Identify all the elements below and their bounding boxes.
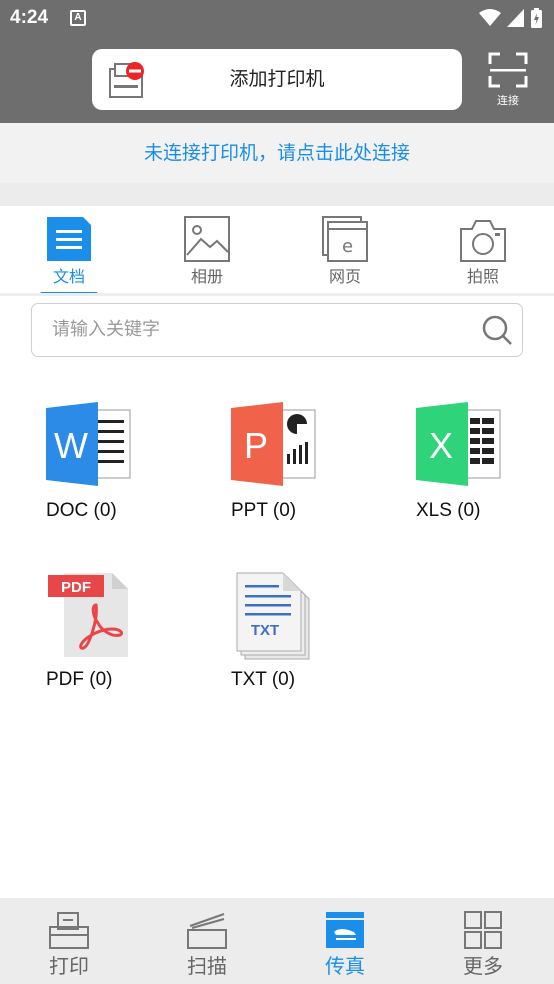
file-type-label: TXT (0) — [231, 669, 296, 690]
document-icon — [47, 217, 91, 261]
svg-text:PDF: PDF — [61, 579, 91, 596]
add-printer-button[interactable]: 添加打印机 — [92, 49, 462, 110]
connect-printer-banner[interactable]: 未连接打印机，请点击此处连接 — [0, 123, 554, 183]
category-tabs: 文档 相册 e 网页 拍照 — [0, 206, 554, 296]
search-input[interactable] — [52, 304, 472, 355]
tab-label: 文档 — [52, 267, 85, 286]
app-header: 4:24 A 添加打印机 连接 — [0, 0, 554, 123]
tab-label: 网页 — [328, 267, 361, 286]
scan-frame-icon — [488, 52, 528, 88]
fax-icon — [326, 912, 364, 948]
printer-icon — [49, 912, 89, 949]
nav-label: 打印 — [49, 954, 89, 978]
section-divider — [0, 183, 554, 206]
nav-print[interactable]: 打印 — [0, 898, 138, 984]
status-bar: 4:24 A — [0, 0, 554, 38]
file-type-label: PDF (0) — [46, 669, 113, 690]
powerpoint-icon: P — [231, 402, 316, 486]
webpage-icon: e — [322, 216, 368, 262]
notification-a-icon: A — [70, 10, 86, 26]
svg-text:X: X — [429, 425, 453, 466]
status-icons — [479, 8, 542, 28]
scan-connect-button[interactable]: 连接 — [486, 50, 530, 108]
search-box — [31, 303, 523, 357]
tab-label: 相册 — [190, 267, 223, 286]
wifi-icon — [479, 9, 501, 26]
svg-text:P: P — [244, 425, 268, 466]
nav-scan[interactable]: 扫描 — [138, 898, 276, 984]
camera-icon — [460, 220, 506, 262]
file-type-pdf[interactable]: PDF PDF (0) — [46, 571, 176, 711]
txt-icon: TXT — [236, 572, 310, 660]
word-doc-icon: W — [46, 402, 131, 486]
nav-more[interactable]: 更多 — [414, 898, 552, 984]
file-type-ppt[interactable]: P PPT (0) — [231, 402, 361, 542]
tab-documents[interactable]: 文档 — [0, 206, 138, 296]
file-type-label: PPT (0) — [231, 500, 297, 521]
svg-text:e: e — [342, 236, 353, 257]
battery-icon — [531, 8, 542, 28]
tab-album[interactable]: 相册 — [138, 206, 276, 294]
add-printer-label: 添加打印机 — [229, 68, 325, 90]
file-type-label: XLS (0) — [416, 500, 481, 521]
file-type-doc[interactable]: W DOC (0) — [46, 402, 176, 542]
search-icon[interactable] — [480, 313, 514, 347]
pdf-icon: PDF — [48, 573, 128, 657]
signal-icon — [507, 9, 524, 27]
tab-label: 拍照 — [466, 267, 499, 286]
grid-more-icon — [464, 911, 502, 949]
scanner-icon — [187, 913, 227, 949]
tabs-divider — [0, 293, 554, 296]
svg-text:W: W — [54, 425, 88, 466]
nav-label: 更多 — [463, 954, 503, 978]
nav-fax[interactable]: 传真 — [276, 898, 414, 984]
tab-webpage[interactable]: e 网页 — [276, 206, 414, 294]
svg-text:TXT: TXT — [251, 622, 279, 639]
file-type-txt[interactable]: TXT TXT (0) — [231, 571, 361, 711]
excel-icon: X — [416, 402, 501, 486]
nav-label: 扫描 — [187, 954, 227, 978]
file-type-xls[interactable]: X XLS (0) — [416, 402, 546, 542]
nav-label: 传真 — [325, 954, 365, 978]
scan-connect-label: 连接 — [497, 94, 519, 107]
status-time: 4:24 — [10, 7, 49, 28]
tab-camera[interactable]: 拍照 — [414, 206, 552, 294]
bottom-navigation: 打印 扫描 传真 更多 — [0, 898, 554, 984]
file-type-label: DOC (0) — [46, 500, 117, 521]
image-icon — [184, 216, 230, 262]
